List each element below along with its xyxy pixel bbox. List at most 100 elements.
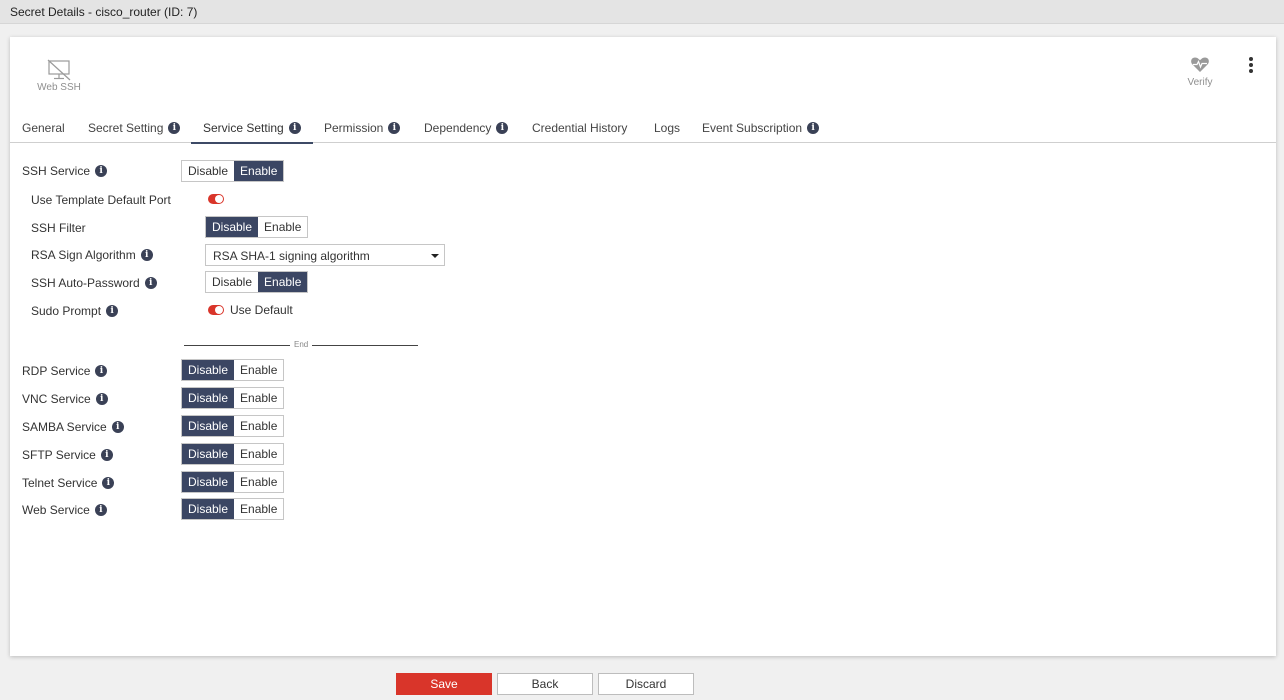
tab-label: General	[22, 121, 65, 135]
sftp-service-label: SFTP Service i	[22, 448, 113, 462]
web-ssh-button[interactable]: Web SSH	[37, 59, 81, 93]
auto-password-disable[interactable]: Disable	[206, 272, 258, 292]
info-icon[interactable]: i	[144, 277, 157, 289]
rdp-service-disable[interactable]: Disable	[182, 360, 235, 380]
back-button[interactable]: Back	[497, 673, 593, 695]
label-text: SSH Filter	[31, 221, 86, 235]
sudo-prompt-label: Sudo Prompt i	[31, 304, 119, 318]
template-port-toggle[interactable]	[208, 194, 224, 204]
info-icon[interactable]: i	[102, 477, 115, 489]
tab-label: Credential History	[532, 121, 628, 135]
label-text: RDP Service	[22, 364, 91, 378]
tab-bar: General Secret Setting i Service Setting…	[10, 117, 1276, 144]
samba-service-enable[interactable]: Enable	[234, 416, 283, 436]
discard-button[interactable]: Discard	[598, 673, 694, 695]
label-text: Sudo Prompt	[31, 304, 102, 318]
info-icon[interactable]: i	[807, 122, 820, 134]
window-title: Secret Details - cisco_router (ID: 7)	[10, 5, 198, 19]
vnc-service-toggle: Disable Enable	[181, 387, 285, 409]
web-service-toggle: Disable Enable	[181, 498, 285, 520]
label-text: Telnet Service	[22, 476, 98, 490]
rsa-sign-value: RSA SHA-1 signing algorithm	[213, 249, 370, 263]
tab-label: Service Setting	[203, 121, 284, 135]
ssh-filter-disable[interactable]: Disable	[206, 217, 259, 237]
tab-label: Secret Setting	[88, 121, 164, 135]
info-icon[interactable]: i	[95, 393, 108, 405]
label-text: SAMBA Service	[22, 420, 107, 434]
vnc-service-disable[interactable]: Disable	[182, 388, 235, 408]
tab-service-setting[interactable]: Service Setting i	[191, 121, 313, 144]
web-service-enable[interactable]: Enable	[234, 499, 283, 519]
web-ssh-icon	[47, 59, 71, 81]
rsa-sign-select[interactable]: RSA SHA-1 signing algorithm	[205, 244, 445, 266]
tab-secret-setting[interactable]: Secret Setting i	[88, 121, 181, 143]
sudo-prompt-toggle-label: Use Default	[230, 303, 293, 317]
vnc-service-label: VNC Service i	[22, 392, 108, 406]
tab-label: Dependency	[424, 121, 492, 135]
label-text: SSH Auto-Password	[31, 276, 140, 290]
sftp-service-disable[interactable]: Disable	[182, 444, 235, 464]
ssh-service-toggle: Disable Enable	[181, 160, 285, 182]
ssh-filter-toggle: Disable Enable	[205, 216, 309, 238]
tab-dependency[interactable]: Dependency i	[424, 121, 509, 143]
info-icon[interactable]: i	[94, 504, 107, 516]
telnet-service-enable[interactable]: Enable	[234, 472, 283, 492]
rdp-service-enable[interactable]: Enable	[234, 360, 283, 380]
label-text: SSH Service	[22, 164, 91, 178]
auto-password-toggle: Disable Enable	[205, 271, 309, 293]
samba-service-toggle: Disable Enable	[181, 415, 285, 437]
sftp-service-enable[interactable]: Enable	[234, 444, 283, 464]
web-service-label: Web Service i	[22, 503, 107, 517]
label-text: Use Template Default Port	[31, 193, 171, 207]
tab-general[interactable]: General	[22, 121, 65, 143]
verify-label: Verify	[1187, 77, 1213, 88]
template-port-label: Use Template Default Port	[31, 193, 171, 207]
samba-service-disable[interactable]: Disable	[182, 416, 235, 436]
ssh-service-disable[interactable]: Disable	[182, 161, 234, 181]
tab-credential-history[interactable]: Credential History	[532, 121, 627, 143]
ssh-service-label: SSH Service i	[22, 164, 108, 178]
tab-label: Event Subscription	[702, 121, 803, 135]
kebab-menu-icon[interactable]	[1246, 57, 1256, 73]
rsa-sign-label: RSA Sign Algorithm i	[31, 248, 153, 262]
info-icon[interactable]: i	[100, 449, 113, 461]
info-icon[interactable]: i	[140, 249, 153, 261]
vnc-service-enable[interactable]: Enable	[234, 388, 283, 408]
tab-permission[interactable]: Permission i	[324, 121, 401, 143]
info-icon[interactable]: i	[95, 165, 108, 177]
end-label: End	[294, 340, 309, 349]
samba-service-label: SAMBA Service i	[22, 420, 124, 434]
sftp-service-toggle: Disable Enable	[181, 443, 285, 465]
ssh-service-enable[interactable]: Enable	[234, 161, 284, 181]
info-icon[interactable]: i	[106, 305, 119, 317]
verify-button[interactable]: Verify	[1180, 56, 1220, 88]
info-icon[interactable]: i	[168, 122, 181, 134]
telnet-service-toggle: Disable Enable	[181, 471, 285, 493]
save-button[interactable]: Save	[396, 673, 492, 695]
label-text: VNC Service	[22, 392, 91, 406]
chevron-down-icon	[431, 254, 439, 258]
heart-pulse-icon	[1191, 57, 1209, 72]
ssh-filter-enable[interactable]: Enable	[258, 217, 307, 237]
web-service-disable[interactable]: Disable	[182, 499, 235, 519]
info-icon[interactable]: i	[95, 365, 108, 377]
sudo-prompt-toggle[interactable]	[208, 305, 224, 315]
ssh-section-end-divider: End	[184, 340, 418, 350]
tab-label: Logs	[654, 121, 681, 135]
auto-password-label: SSH Auto-Password i	[31, 276, 157, 290]
label-text: Web Service	[22, 503, 90, 517]
label-text: SFTP Service	[22, 448, 96, 462]
label-text: RSA Sign Algorithm	[31, 248, 136, 262]
telnet-service-disable[interactable]: Disable	[182, 472, 235, 492]
info-icon[interactable]: i	[288, 122, 301, 134]
tab-event-subscription[interactable]: Event Subscription i	[702, 121, 820, 143]
tab-logs[interactable]: Logs	[654, 121, 680, 143]
ssh-filter-label: SSH Filter	[31, 221, 86, 235]
info-icon[interactable]: i	[111, 421, 124, 433]
telnet-service-label: Telnet Service i	[22, 476, 115, 490]
auto-password-enable[interactable]: Enable	[258, 272, 308, 292]
tab-label: Permission	[324, 121, 384, 135]
info-icon[interactable]: i	[496, 122, 509, 134]
rdp-service-toggle: Disable Enable	[181, 359, 285, 381]
info-icon[interactable]: i	[388, 122, 401, 134]
